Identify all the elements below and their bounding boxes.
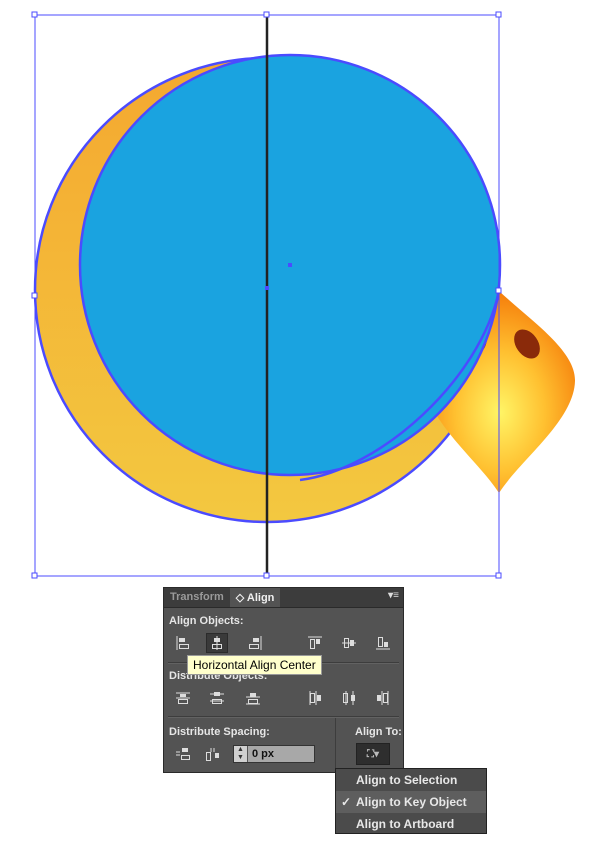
- tooltip: Horizontal Align Center: [187, 655, 322, 675]
- distribute-left-icon: [309, 691, 321, 705]
- tab-align[interactable]: ◇ Align: [229, 588, 281, 607]
- horizontal-distribute-left-button[interactable]: [304, 688, 326, 708]
- checkmark-icon: ✓: [341, 795, 352, 809]
- vertical-distribute-bottom-button[interactable]: [242, 688, 264, 708]
- divider: [335, 718, 336, 770]
- artboard-canvas[interactable]: [0, 0, 600, 585]
- align-to-dropdown[interactable]: ⛶ ▾: [356, 743, 390, 765]
- align-objects-label: Align Objects:: [169, 615, 244, 627]
- vertical-align-top-button[interactable]: [304, 633, 326, 653]
- menu-item-align-to-selection[interactable]: Align to Selection: [336, 769, 486, 791]
- spacing-stepper[interactable]: ▲ ▼: [233, 745, 315, 763]
- horizontal-distribute-center-button[interactable]: [338, 688, 360, 708]
- menu-item-label: Align to Artboard: [356, 817, 455, 831]
- align-middle-icon: [342, 638, 356, 648]
- vertical-distribute-space-button[interactable]: [172, 744, 194, 764]
- distribute-hcenter-icon: [343, 691, 355, 705]
- menu-item-label: Align to Key Object: [356, 795, 467, 809]
- distribute-vspace-icon: [176, 748, 190, 760]
- spacing-input[interactable]: [248, 746, 314, 762]
- horizontal-align-left-button[interactable]: [172, 633, 194, 653]
- distribute-vcenter-icon: [210, 692, 224, 704]
- menu-item-label: Align to Selection: [356, 773, 458, 787]
- align-center-icon: [212, 636, 222, 650]
- distribute-right-icon: [377, 691, 389, 705]
- align-panel: Transform ◇ Align ▾≡ Align Objects: Dist…: [163, 587, 404, 773]
- horizontal-distribute-right-button[interactable]: [372, 688, 394, 708]
- menu-item-align-to-key-object[interactable]: ✓ Align to Key Object: [336, 791, 486, 813]
- align-to-label: Align To:: [355, 726, 402, 738]
- chevron-down-icon: ▾: [373, 748, 380, 760]
- anchor-point: [265, 286, 269, 290]
- key-object-icon: ⛶: [366, 748, 374, 760]
- align-right-icon: [249, 636, 262, 650]
- horizontal-align-right-button[interactable]: [244, 633, 266, 653]
- vertical-distribute-top-button[interactable]: [172, 688, 194, 708]
- horizontal-align-center-button[interactable]: [206, 633, 228, 653]
- distribute-top-icon: [176, 692, 190, 704]
- align-top-icon: [308, 636, 322, 649]
- vertical-align-center-button[interactable]: [338, 633, 360, 653]
- center-point: [288, 263, 292, 267]
- align-bottom-icon: [376, 637, 390, 650]
- distribute-bottom-icon: [246, 693, 260, 705]
- align-to-menu: Align to Selection ✓ Align to Key Object …: [335, 768, 487, 834]
- divider: [168, 716, 399, 718]
- distribute-spacing-label: Distribute Spacing:: [169, 726, 270, 738]
- distribute-hspace-icon: [206, 748, 219, 761]
- vertical-distribute-center-button[interactable]: [206, 688, 228, 708]
- panel-menu-icon[interactable]: ▾≡: [384, 588, 403, 607]
- stepper-arrows-icon[interactable]: ▲ ▼: [234, 746, 248, 762]
- tab-transform[interactable]: Transform: [164, 588, 230, 607]
- align-left-icon: [176, 636, 189, 650]
- horizontal-distribute-space-button[interactable]: [202, 744, 224, 764]
- menu-item-align-to-artboard[interactable]: Align to Artboard: [336, 813, 486, 835]
- vertical-align-bottom-button[interactable]: [372, 633, 394, 653]
